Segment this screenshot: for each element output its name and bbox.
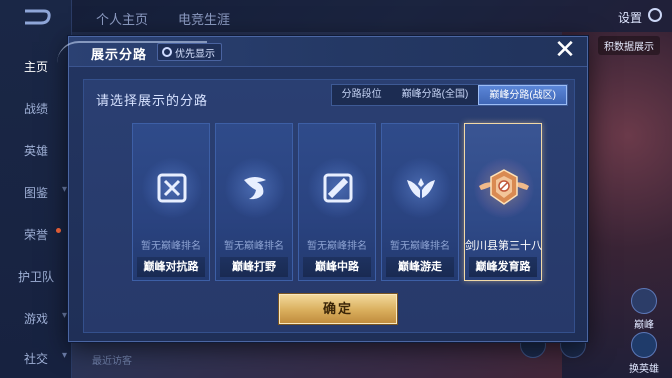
sidebar-item-guard[interactable]: 护卫队 bbox=[0, 268, 72, 285]
sidebar-item-record[interactable]: 战绩 bbox=[0, 100, 72, 117]
gear-icon bbox=[162, 47, 172, 57]
sidebar-item-label: 战绩 bbox=[24, 102, 49, 116]
change-hero-label: 换英雄 bbox=[629, 364, 659, 375]
lane-card-jungle[interactable]: 暂无巅峰排名 巅峰打野 bbox=[215, 123, 293, 281]
sidebar-item-label: 游戏 bbox=[24, 312, 49, 326]
priority-display-label: 优先显示 bbox=[175, 48, 215, 60]
card-rank: 剑川县第三十八 bbox=[465, 240, 542, 252]
segment-peak-region[interactable]: 巅峰分路(战区) bbox=[478, 85, 567, 105]
sidebar-item-games[interactable]: 游戏 ▾ bbox=[0, 310, 72, 327]
confirm-button[interactable]: 确定 bbox=[279, 294, 397, 324]
lane-type-segmented-control: 分路段位 巅峰分路(全国) 巅峰分路(战区) bbox=[330, 84, 568, 106]
sidebar-item-label: 荣誉 bbox=[24, 228, 49, 242]
card-label: 巅峰中路 bbox=[303, 257, 371, 277]
sidebar-item-label: 社交 bbox=[24, 352, 49, 366]
top-bar bbox=[72, 0, 672, 32]
lane-selection-panel: 请选择展示的分路 分路段位 巅峰分路(全国) 巅峰分路(战区) 暂无巅峰排名 巅… bbox=[83, 79, 575, 333]
mid-lane-icon bbox=[322, 172, 354, 204]
priority-display-button[interactable]: 优先显示 bbox=[157, 43, 222, 61]
lane-card-roam[interactable]: 暂无巅峰排名 巅峰游走 bbox=[381, 123, 459, 281]
sidebar-item-atlas[interactable]: 图鉴 ▾ bbox=[0, 184, 72, 201]
roam-icon bbox=[405, 172, 437, 204]
card-rank: 暂无巅峰排名 bbox=[390, 241, 450, 252]
sidebar-item-honor[interactable]: 荣誉 bbox=[0, 226, 72, 243]
card-rank: 暂无巅峰排名 bbox=[141, 241, 201, 252]
card-label: 巅峰打野 bbox=[220, 257, 288, 277]
lane-display-modal: 展示分路 优先显示 ✕ 请选择展示的分路 分路段位 巅峰分路(全国) 巅峰分路(… bbox=[57, 35, 588, 342]
chevron-down-icon: ▾ bbox=[62, 184, 68, 195]
clash-lane-icon bbox=[156, 172, 188, 204]
selection-prompt: 请选择展示的分路 bbox=[96, 93, 209, 108]
gear-icon[interactable] bbox=[648, 8, 662, 22]
farm-lane-badge-icon bbox=[477, 168, 531, 208]
card-rank: 暂无巅峰排名 bbox=[224, 241, 284, 252]
sidebar-item-label: 图鉴 bbox=[24, 186, 49, 200]
app-logo-icon bbox=[22, 8, 52, 26]
modal-title: 展示分路 bbox=[91, 47, 148, 62]
sidebar-item-label: 英雄 bbox=[24, 144, 49, 158]
tab-esports-career[interactable]: 电竞生涯 bbox=[178, 9, 230, 28]
segment-lane-rank[interactable]: 分路段位 bbox=[332, 85, 392, 105]
close-icon[interactable]: ✕ bbox=[551, 35, 579, 63]
lane-card-clash[interactable]: 暂无巅峰排名 巅峰对抗路 bbox=[132, 123, 210, 281]
recent-visitors[interactable]: 最近访客 bbox=[92, 352, 132, 367]
sidebar-item-heroes[interactable]: 英雄 bbox=[0, 142, 72, 159]
data-display-chip[interactable]: 积数据展示 bbox=[598, 36, 660, 55]
segment-peak-national[interactable]: 巅峰分路(全国) bbox=[392, 85, 479, 105]
jungle-icon bbox=[239, 172, 271, 204]
lane-card-farm[interactable]: 剑川县第三十八 巅峰发育路 bbox=[464, 123, 542, 281]
notification-dot bbox=[56, 228, 61, 233]
card-rank: 暂无巅峰排名 bbox=[307, 241, 367, 252]
sidebar-item-social[interactable]: 社交 ▾ bbox=[0, 350, 72, 367]
card-label: 巅峰游走 bbox=[386, 257, 454, 277]
lane-card-mid[interactable]: 暂无巅峰排名 巅峰中路 bbox=[298, 123, 376, 281]
chevron-down-icon: ▾ bbox=[62, 310, 68, 321]
card-label: 巅峰对抗路 bbox=[137, 257, 205, 277]
chevron-down-icon: ▾ bbox=[62, 350, 68, 361]
hero-icon bbox=[631, 332, 657, 358]
change-hero-button[interactable]: 换英雄 bbox=[624, 332, 664, 375]
settings-button[interactable]: 设置 bbox=[618, 9, 642, 26]
modal-header: 展示分路 优先显示 ✕ bbox=[57, 35, 587, 67]
tab-profile[interactable]: 个人主页 bbox=[96, 9, 148, 28]
sidebar-item-label: 主页 bbox=[24, 60, 49, 74]
peak-button[interactable]: 巅峰 bbox=[624, 288, 664, 331]
peak-icon bbox=[631, 288, 657, 314]
peak-label: 巅峰 bbox=[634, 320, 654, 331]
sidebar-item-label: 护卫队 bbox=[18, 270, 55, 284]
card-label: 巅峰发育路 bbox=[469, 257, 537, 277]
